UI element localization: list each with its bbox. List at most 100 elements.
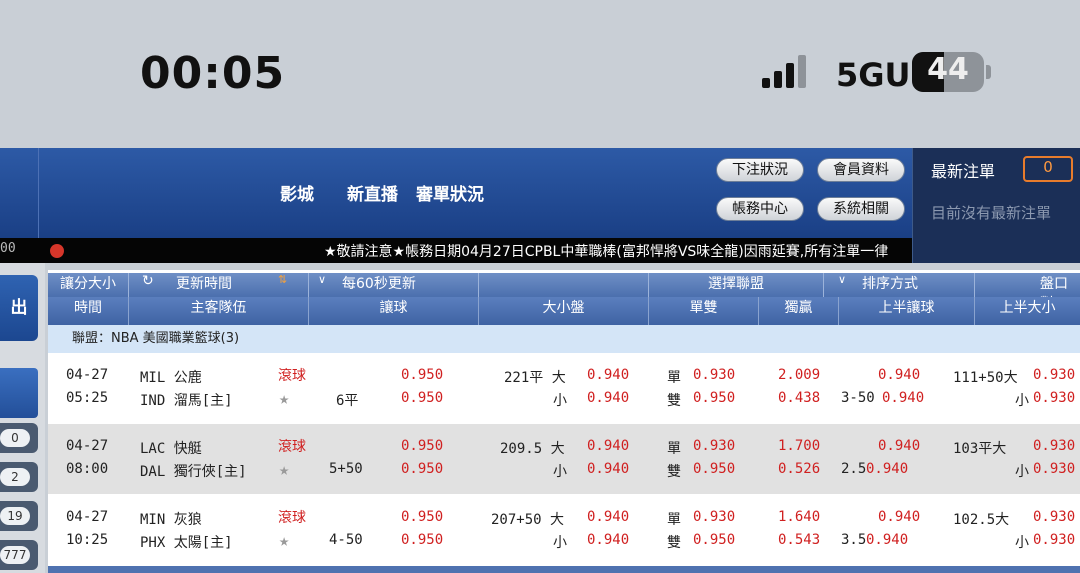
total-over-odds[interactable]: 0.940: [587, 367, 629, 383]
live-badge[interactable]: 滾球: [278, 436, 306, 456]
h1-total-line: 103平大: [953, 441, 1007, 457]
header-divider: [38, 148, 39, 238]
h1-spread-odds[interactable]: 0.940: [878, 367, 920, 383]
h1-total-over-odds[interactable]: 0.930: [1033, 438, 1075, 454]
odd-odds[interactable]: 0.930: [693, 438, 735, 454]
even-odds[interactable]: 0.950: [693, 461, 735, 477]
battery-tip: [986, 65, 991, 79]
sidebar-tab[interactable]: [0, 368, 38, 418]
ticker-left-fragment: 00: [0, 241, 16, 256]
announcement-ticker: 00 ★敬請注意★帳務日期04月27日CPBL中華職棒(富邦悍將VS味全龍)因雨…: [0, 238, 912, 263]
spread-home-odds[interactable]: 0.950: [401, 509, 443, 525]
nav-cinema[interactable]: 影城: [280, 180, 314, 205]
left-sidebar: 出 0 2 19 777: [0, 263, 45, 573]
moneyline-home[interactable]: 2.009: [778, 367, 820, 383]
moneyline-away[interactable]: 0.543: [778, 532, 820, 548]
game-date: 04-27: [66, 438, 109, 454]
logout-button[interactable]: 出: [0, 275, 38, 341]
account-center-button[interactable]: 帳務中心: [716, 197, 804, 221]
h1-spread-line: 3-50: [841, 390, 875, 406]
latest-bets-count: 0: [1023, 156, 1073, 182]
h1-spread-odds[interactable]: 0.940: [878, 509, 920, 525]
h1-total-over-odds[interactable]: 0.930: [1033, 367, 1075, 383]
live-badge[interactable]: 滾球: [278, 507, 306, 527]
col-odd-even: 單雙: [648, 297, 758, 325]
sidebar-item[interactable]: 777: [0, 540, 38, 570]
chevron-down-icon[interactable]: ∨: [838, 273, 846, 297]
spread-home-odds[interactable]: 0.950: [401, 438, 443, 454]
total-line: 209.5 大: [500, 441, 565, 457]
toolbar-divider: [478, 273, 479, 297]
h1-spread-odds[interactable]: 0.940: [866, 461, 908, 477]
select-league-button[interactable]: 選擇聯盟: [708, 273, 764, 297]
total-over-odds[interactable]: 0.940: [587, 509, 629, 525]
toolbar-divider: [648, 273, 649, 297]
game-time: 10:25: [66, 532, 109, 548]
latest-bets-empty: 目前沒有最新注單: [931, 204, 1052, 222]
nav-review-status[interactable]: 審單狀況: [416, 180, 484, 205]
handicap-select[interactable]: 讓分大小: [60, 273, 116, 297]
away-team: PHX 太陽[主]: [140, 535, 233, 551]
spread-away-odds[interactable]: 0.950: [401, 532, 443, 548]
h1-spread-odds[interactable]: 0.940: [866, 532, 908, 548]
nav-live[interactable]: 新直播: [347, 180, 398, 205]
sidebar-item[interactable]: 19: [0, 501, 38, 531]
member-info-button[interactable]: 會員資料: [817, 158, 905, 182]
moneyline-home[interactable]: 1.640: [778, 509, 820, 525]
status-time: 00:05: [140, 48, 286, 99]
home-team: MIL 公鹿: [140, 370, 202, 386]
favorite-star-icon[interactable]: ★: [279, 531, 289, 551]
spread-home-odds[interactable]: 0.950: [401, 367, 443, 383]
favorite-star-icon[interactable]: ★: [279, 460, 289, 480]
refresh-interval-select[interactable]: 每60秒更新: [342, 273, 416, 297]
spread-away-odds[interactable]: 0.950: [401, 390, 443, 406]
table-header: 時間 主客隊伍 讓球 大小盤 單雙 獨贏 上半讓球 上半大小: [48, 297, 1080, 325]
h1-spread-odds[interactable]: 0.940: [878, 438, 920, 454]
total-under-odds[interactable]: 0.940: [587, 461, 629, 477]
odd-odds[interactable]: 0.930: [693, 367, 735, 383]
sidebar-count: 0: [0, 429, 30, 447]
odd-label: 單: [667, 370, 681, 386]
handicap-type-select[interactable]: 盤口對: [1040, 273, 1080, 312]
col-total: 大小盤: [478, 297, 648, 325]
odds-table: 讓分大小 ↻ 更新時間 ⇅ ∨ 每60秒更新 選擇聯盟 ∨ 排序方式 盤口對 時…: [48, 270, 1080, 573]
moneyline-away[interactable]: 0.526: [778, 461, 820, 477]
col-spread: 讓球: [308, 297, 478, 325]
odd-odds[interactable]: 0.930: [693, 509, 735, 525]
refresh-icon[interactable]: ↻: [142, 273, 154, 297]
even-odds[interactable]: 0.950: [693, 390, 735, 406]
h1-spread-odds[interactable]: 0.940: [882, 390, 924, 406]
even-label: 雙: [667, 464, 681, 480]
system-button[interactable]: 系統相關: [817, 197, 905, 221]
table-footer-strip: [48, 566, 1080, 573]
spread-away-odds[interactable]: 0.950: [401, 461, 443, 477]
battery-icon: 44: [912, 52, 984, 92]
cellular-signal-icon: [762, 55, 806, 88]
total-under-odds[interactable]: 0.940: [587, 532, 629, 548]
moneyline-away[interactable]: 0.438: [778, 390, 820, 406]
table-row: 04-27 05:25 MIL 公鹿 IND 溜馬[主] 滾球 ★ 6平 0.9…: [48, 353, 1080, 423]
total-under-odds[interactable]: 0.940: [587, 390, 629, 406]
sort-select[interactable]: 排序方式: [862, 273, 918, 297]
h1-total-under-odds[interactable]: 0.930: [1033, 461, 1075, 477]
sidebar-item[interactable]: 0: [0, 423, 38, 453]
announcement-icon: [50, 244, 64, 258]
h1-total-under-odds[interactable]: 0.930: [1033, 390, 1075, 406]
battery-percentage: 44: [927, 52, 969, 87]
h1-total-over-odds[interactable]: 0.930: [1033, 509, 1075, 525]
h1-total-under-odds[interactable]: 0.930: [1033, 532, 1075, 548]
even-odds[interactable]: 0.950: [693, 532, 735, 548]
sidebar-item[interactable]: 2: [0, 462, 38, 492]
moneyline-home[interactable]: 1.700: [778, 438, 820, 454]
total-over-odds[interactable]: 0.940: [587, 438, 629, 454]
bet-status-button[interactable]: 下注狀況: [716, 158, 804, 182]
h1-total-under-label: 小: [1015, 535, 1029, 551]
favorite-star-icon[interactable]: ★: [279, 389, 289, 409]
chevron-down-icon[interactable]: ∨: [318, 273, 326, 297]
col-h1-spread: 上半讓球: [838, 297, 974, 325]
odd-label: 單: [667, 512, 681, 528]
h1-total-line: 102.5大: [953, 512, 1010, 528]
update-time-button[interactable]: 更新時間: [176, 273, 232, 297]
live-badge[interactable]: 滾球: [278, 365, 306, 385]
h1-spread-line: 2.5: [841, 461, 867, 477]
